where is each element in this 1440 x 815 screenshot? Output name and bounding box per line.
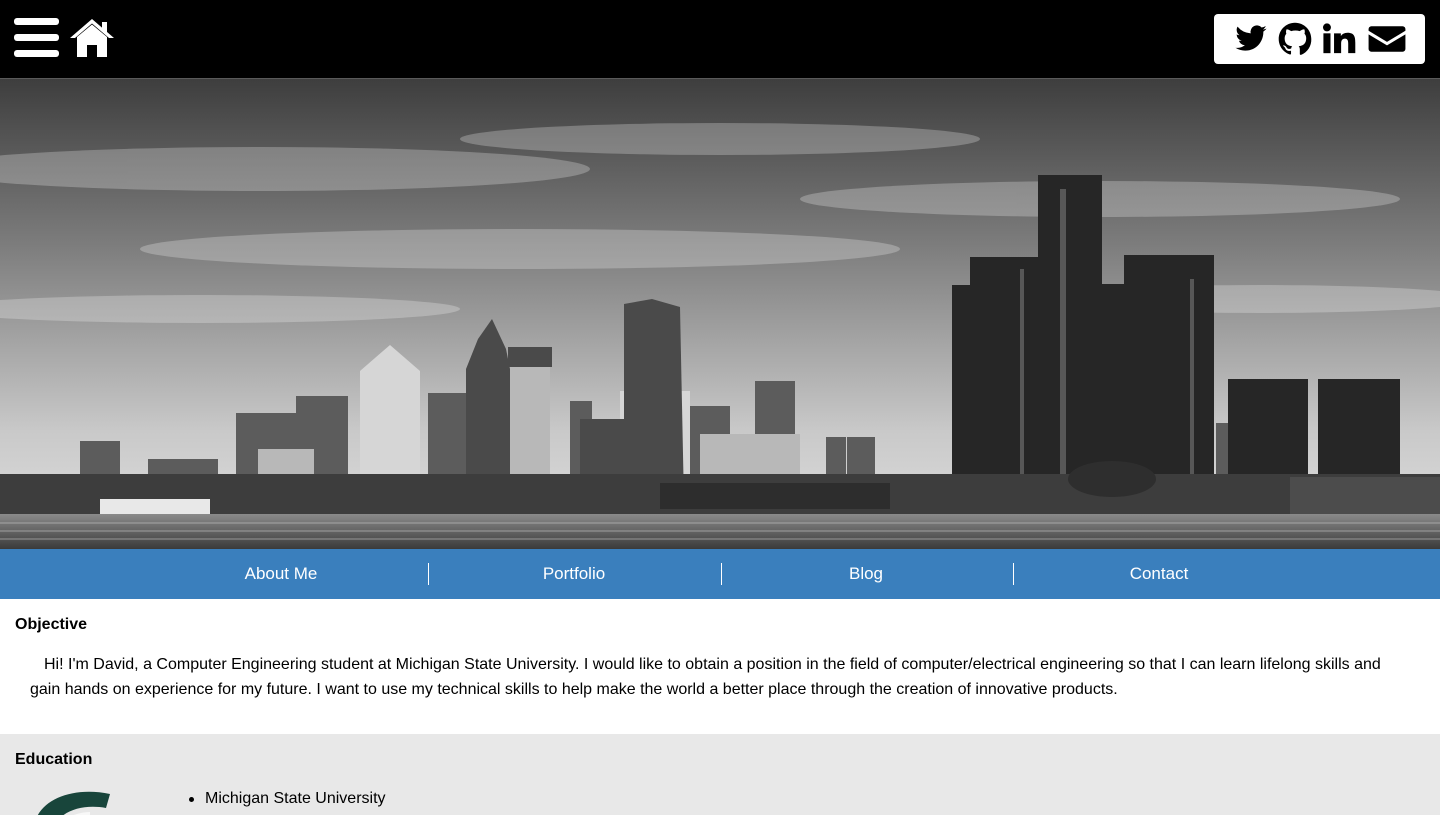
main-nav: About Me Portfolio Blog Contact (0, 549, 1440, 599)
home-icon[interactable] (68, 16, 116, 60)
top-bar (0, 0, 1440, 79)
education-title: Education (15, 751, 93, 768)
social-links (1214, 14, 1425, 64)
nav-contact[interactable]: Contact (1013, 549, 1305, 599)
hamburger-menu-icon[interactable] (14, 18, 59, 58)
objective-section: Objective Hi! I'm David, a Computer Engi… (0, 599, 1440, 734)
education-section: Education Michigan State University (0, 734, 1440, 815)
linkedin-icon[interactable] (1322, 22, 1356, 56)
objective-title: Objective (15, 616, 88, 633)
twitter-icon[interactable] (1234, 22, 1268, 56)
objective-text: Hi! I'm David, a Computer Engineering st… (30, 656, 1381, 698)
github-icon[interactable] (1278, 22, 1312, 56)
nav-about-me[interactable]: About Me (135, 549, 427, 599)
msu-logo (37, 791, 110, 815)
hero-banner (0, 79, 1440, 549)
education-list: Michigan State University (189, 790, 386, 808)
envelope-icon[interactable] (1368, 22, 1406, 56)
education-item: Michigan State University (189, 790, 386, 807)
nav-blog[interactable]: Blog (721, 549, 1011, 599)
skyline-image (0, 79, 1440, 549)
nav-portfolio[interactable]: Portfolio (428, 549, 720, 599)
